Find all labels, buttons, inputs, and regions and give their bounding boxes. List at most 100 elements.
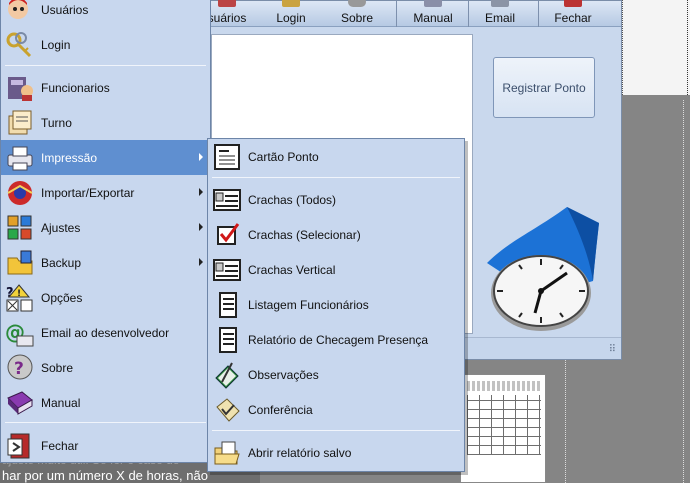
menu-item-login[interactable]: Login xyxy=(1,27,210,62)
menu-item-label: Email ao desenvolvedor xyxy=(41,326,170,340)
settings-icon xyxy=(7,215,32,240)
login-toolbar-button[interactable]: Login xyxy=(263,0,319,27)
clock-icon xyxy=(487,207,599,331)
toolbar-label: Email xyxy=(484,11,515,25)
help-icon: ? xyxy=(7,354,33,380)
menu-item-import-export[interactable]: Importar/Exportar xyxy=(1,175,210,210)
shift-icon xyxy=(8,110,32,135)
report-page-preview xyxy=(622,0,690,95)
employees-icon xyxy=(8,77,33,101)
menu-item-label: Fechar xyxy=(41,439,79,453)
submenu-item-conference[interactable]: Conferência xyxy=(208,392,464,427)
submenu-item-notes[interactable]: Observações xyxy=(208,357,464,392)
report-thumbnail xyxy=(460,374,546,483)
menu-item-label: Crachas Vertical xyxy=(248,263,336,277)
resize-grip-icon[interactable]: ⠿ xyxy=(609,344,616,355)
submenu-item-attendance-report[interactable]: Relatório de Checagem Presença xyxy=(208,322,464,357)
menu-item-label: Turno xyxy=(41,116,72,130)
open-folder-icon xyxy=(214,441,240,465)
toolbar-label: Manual xyxy=(413,11,453,25)
keys-icon xyxy=(282,0,300,7)
notes-icon xyxy=(215,362,239,389)
help-icon xyxy=(348,0,366,7)
checkmark-icon xyxy=(217,223,240,245)
menu-item-backup[interactable]: Backup xyxy=(1,245,210,280)
badge-vertical-icon xyxy=(213,259,241,281)
submenu-item-open-saved-report[interactable]: Abrir relatório salvo xyxy=(208,435,464,470)
submenu-arrow-icon xyxy=(199,223,203,231)
menu-item-label: Login xyxy=(41,38,71,52)
keys-icon xyxy=(6,32,32,58)
submenu-item-timecard[interactable]: Cartão Ponto xyxy=(208,139,464,174)
backup-icon xyxy=(7,250,33,275)
options-icon: ? ! xyxy=(6,284,33,312)
email-icon: @ xyxy=(5,320,34,347)
menu-item-label: Observações xyxy=(248,368,319,382)
menu-item-label: Manual xyxy=(41,396,81,410)
menu-item-label: Ajustes xyxy=(41,221,81,235)
menu-item-label: Impressão xyxy=(41,151,98,165)
thumbnail-table xyxy=(467,395,541,455)
manual-icon xyxy=(7,391,33,415)
main-menu: Usuários Login Funcionarios Turno Impres… xyxy=(0,0,211,463)
menu-item-label: Backup xyxy=(41,256,82,270)
submenu-arrow-icon xyxy=(199,258,203,266)
menu-item-label: Funcionarios xyxy=(41,81,110,95)
menu-item-print[interactable]: Impressão xyxy=(1,140,210,175)
timecard-icon xyxy=(214,144,240,170)
toolbar-label: Login xyxy=(276,11,306,25)
menu-item-users[interactable]: Usuários xyxy=(1,0,210,27)
page-guide-line xyxy=(683,100,684,483)
submenu-item-badges-vertical[interactable]: Crachas Vertical xyxy=(208,252,464,287)
list-icon xyxy=(219,292,237,318)
badge-icon xyxy=(213,189,241,211)
menu-item-label: Relatório de Checagem Presença xyxy=(248,333,429,347)
exit-icon xyxy=(7,433,30,459)
toolbar-label: Fechar xyxy=(554,11,592,25)
email-toolbar-button[interactable]: Email xyxy=(474,0,526,27)
menu-item-label: Crachas (Todos) xyxy=(248,193,337,207)
menu-item-options[interactable]: ? ! Opções xyxy=(1,280,210,315)
submenu-item-employee-list[interactable]: Listagem Funcionários xyxy=(208,287,464,322)
menu-item-settings[interactable]: Ajustes xyxy=(1,210,210,245)
menu-item-label: Usuários xyxy=(41,3,89,17)
menu-item-manual[interactable]: Manual xyxy=(1,385,210,420)
menu-item-label: Crachas (Selecionar) xyxy=(248,228,361,242)
printer-icon xyxy=(7,146,33,171)
submenu-item-badges-select[interactable]: Crachas (Selecionar) xyxy=(208,217,464,252)
register-time-label: Registrar Ponto xyxy=(502,80,586,95)
svg-text:!: ! xyxy=(17,289,21,299)
print-submenu: Cartão Ponto Crachas (Todos) Crachas (Se… xyxy=(207,138,465,472)
menu-item-about[interactable]: ? Sobre xyxy=(1,350,210,385)
manual-toolbar-button[interactable]: Manual xyxy=(405,0,461,27)
exit-icon xyxy=(564,0,582,7)
page-guide-line xyxy=(565,360,566,483)
close-toolbar-button[interactable]: Fechar xyxy=(543,0,603,27)
submenu-arrow-icon xyxy=(199,188,203,196)
menu-item-email-developer[interactable]: @ Email ao desenvolvedor xyxy=(1,315,210,350)
menu-item-label: Conferência xyxy=(248,403,313,417)
menu-item-label: Abrir relatório salvo xyxy=(248,446,352,460)
menu-item-shift[interactable]: Turno xyxy=(1,105,210,140)
menu-item-label: Sobre xyxy=(41,361,74,375)
users-icon xyxy=(8,0,28,19)
users-icon xyxy=(218,0,236,7)
document-text-line: har por um número X de horas, não xyxy=(2,468,208,483)
toolbar-separator xyxy=(396,1,397,27)
submenu-arrow-icon xyxy=(199,153,203,161)
menu-item-employees[interactable]: Funcionarios xyxy=(1,70,210,105)
menu-item-close[interactable]: Fechar xyxy=(1,428,210,463)
menu-separator xyxy=(5,65,206,66)
check-document-icon xyxy=(216,398,240,422)
menu-separator xyxy=(212,430,460,431)
register-time-button[interactable]: Registrar Ponto xyxy=(493,57,595,118)
submenu-item-badges-all[interactable]: Crachas (Todos) xyxy=(208,182,464,217)
menu-item-label: Importar/Exportar xyxy=(41,186,135,200)
thumbnail-header xyxy=(467,381,541,391)
about-toolbar-button[interactable]: Sobre xyxy=(329,0,385,27)
email-icon xyxy=(491,0,509,7)
import-export-icon xyxy=(7,181,33,205)
menu-item-label: Opções xyxy=(41,291,83,305)
menu-item-label: Cartão Ponto xyxy=(248,150,319,164)
menu-separator xyxy=(212,177,460,178)
